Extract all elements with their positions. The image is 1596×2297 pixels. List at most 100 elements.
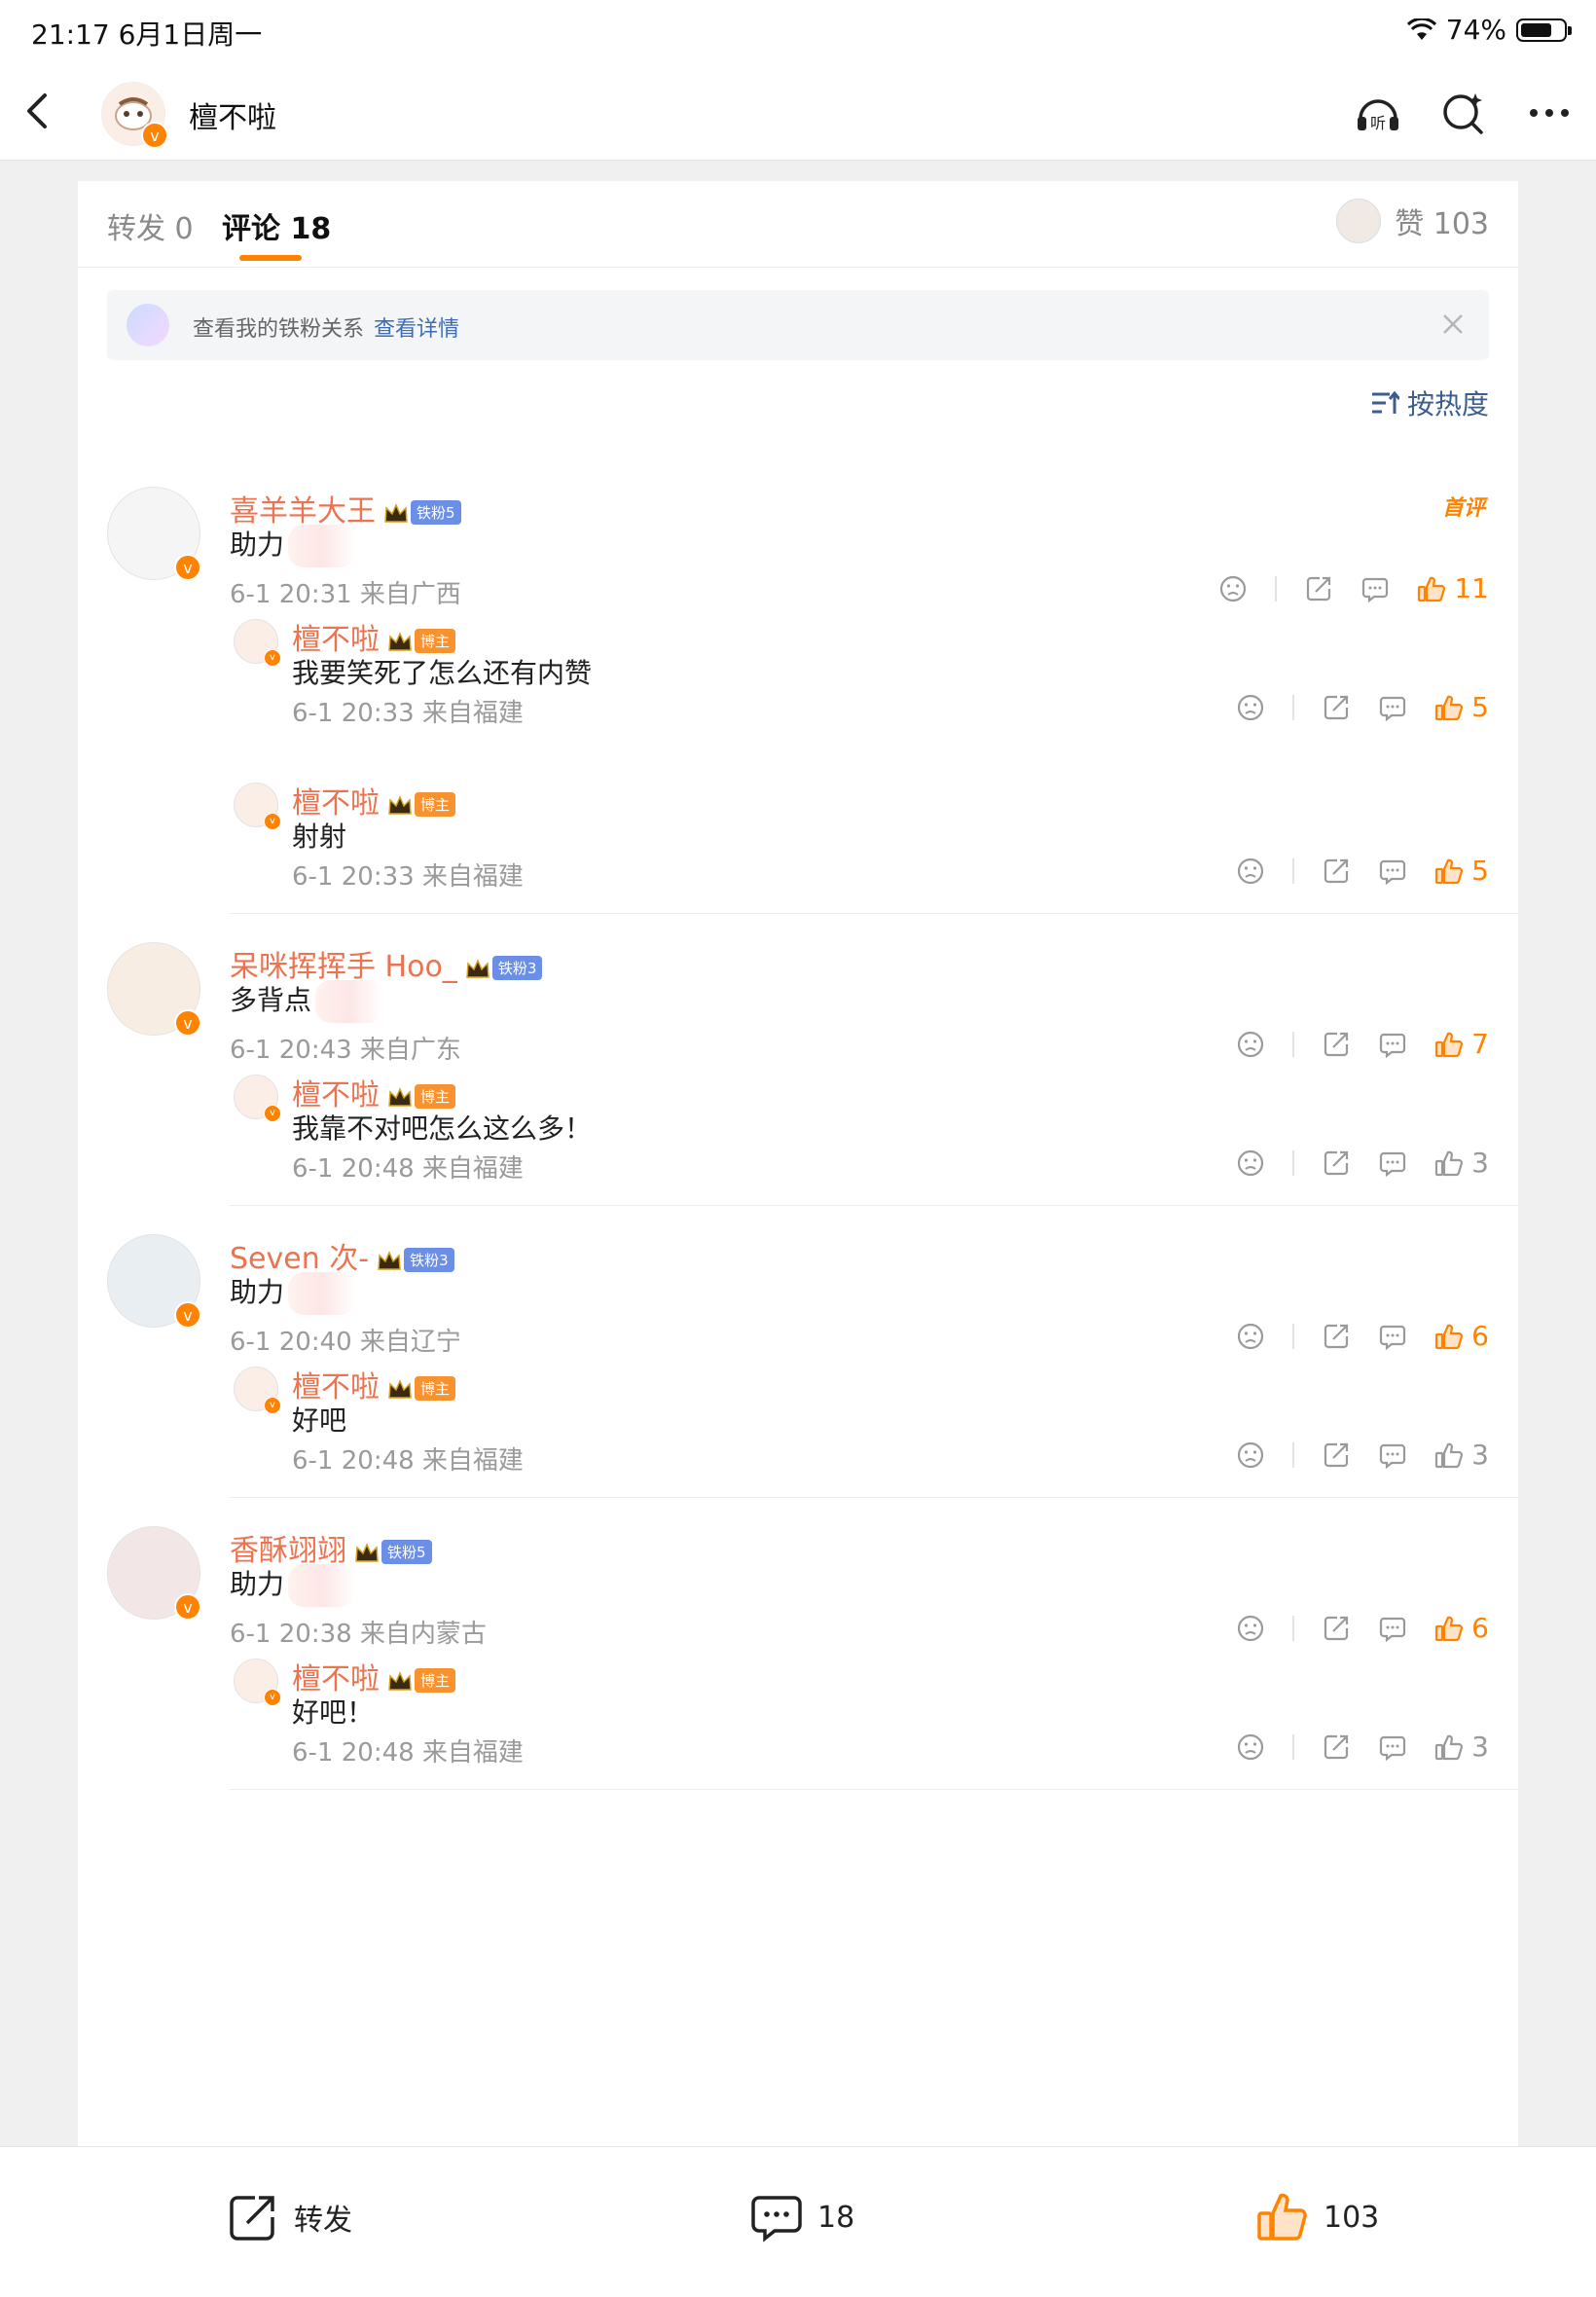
host-badge: 博主 [415,629,456,653]
crown-icon [384,502,408,523]
reply-avatar[interactable]: v [234,783,281,830]
dislike-icon[interactable] [1236,1148,1265,1178]
reply-avatar[interactable]: v [234,1367,281,1414]
fan-relation-bar[interactable]: 查看我的铁粉关系 查看详情 [107,290,1489,360]
comment-actions: 11 [1218,572,1489,604]
comment-count: 18 [817,2200,855,2235]
more-icon[interactable] [1522,86,1577,140]
comment-divider [230,1205,1518,1206]
tab-repost[interactable]: 转发 0 [107,204,194,247]
tab-comment[interactable]: 评论 18 [222,204,331,247]
reply-icon[interactable] [1378,1030,1407,1059]
share-icon[interactable] [1322,693,1351,722]
fan-badge: 铁粉5 [411,500,461,525]
tab-likes[interactable]: 赞 103 [1336,199,1489,243]
like-count: 5 [1471,691,1489,723]
fan-relation-text: 查看我的铁粉关系 查看详情 [193,311,459,343]
reply-like-button[interactable]: 3 [1434,1731,1489,1763]
commenter-avatar[interactable]: v [107,1234,201,1329]
repost-icon [230,2196,274,2241]
like-button[interactable]: 103 [1255,2190,1379,2244]
dislike-icon[interactable] [1236,1030,1265,1059]
reply-text: 我要笑死了怎么还有内赞 [292,657,593,689]
reply-actions: 5 [1236,691,1489,723]
share-icon[interactable] [1322,1732,1351,1762]
commenter-avatar[interactable]: v [107,1526,201,1621]
dislike-icon[interactable] [1236,1732,1265,1762]
like-count: 11 [1454,572,1489,604]
verified-icon: v [141,122,168,149]
reply-like-button[interactable]: 5 [1434,855,1489,887]
like-icon [1435,1150,1464,1176]
divider [1292,1615,1295,1641]
reply-avatar[interactable]: v [234,1659,281,1706]
comment-actions: 6 [1236,1320,1489,1352]
like-count: 3 [1471,1731,1489,1763]
reply-icon[interactable] [1378,1732,1407,1762]
share-icon[interactable] [1322,1440,1351,1470]
reply-avatar[interactable]: v [234,619,281,667]
back-arrow-icon[interactable] [18,90,60,132]
reply-text: 好吧！ [292,1696,375,1729]
comment-tabs: 转发 0 评论 18 赞 103 [78,181,1518,268]
close-icon[interactable] [1438,310,1468,339]
reply-actions: 5 [1236,855,1489,887]
comment-like-button[interactable]: 6 [1434,1320,1489,1352]
like-count: 3 [1471,1147,1489,1179]
dislike-icon[interactable] [1236,1614,1265,1643]
verified-icon: v [174,1009,201,1037]
reply-like-button[interactable]: 3 [1434,1147,1489,1179]
reply-icon[interactable] [1378,693,1407,722]
share-icon[interactable] [1322,857,1351,886]
comment-like-button[interactable]: 7 [1434,1028,1489,1060]
fan-relation-link[interactable]: 查看详情 [374,317,459,342]
like-icon [1435,1324,1464,1349]
reply-icon[interactable] [1378,1148,1407,1178]
reply-like-button[interactable]: 3 [1434,1439,1489,1471]
commenter-avatar[interactable]: v [107,487,201,581]
like-count: 5 [1471,855,1489,887]
repost-button[interactable]: 转发 [226,2190,352,2244]
reply-icon[interactable] [1360,574,1390,603]
like-icon [1418,576,1446,602]
share-icon[interactable] [1304,574,1333,603]
status-time: 21:17 6月1日周一 [31,18,263,51]
verified-icon: v [174,1593,201,1621]
fan-gem-icon [127,304,169,346]
like-icon [1435,1616,1464,1641]
comment-like-button[interactable]: 6 [1434,1612,1489,1644]
dislike-icon[interactable] [1236,1322,1265,1351]
dislike-icon[interactable] [1236,1440,1265,1470]
reply-actions: 3 [1236,1439,1489,1471]
divider [1292,1149,1295,1176]
tab-likes-label: 赞 103 [1395,207,1489,241]
listen-icon[interactable]: 听 [1351,86,1405,140]
share-icon[interactable] [1322,1030,1351,1059]
dislike-icon[interactable] [1218,574,1248,603]
reply-icon[interactable] [1378,1322,1407,1351]
reply-icon[interactable] [1378,1440,1407,1470]
reply-avatar[interactable]: v [234,1075,281,1122]
commenter-avatar[interactable]: v [107,942,201,1037]
dislike-icon[interactable] [1236,693,1265,722]
comment-divider [230,1789,1518,1790]
reply-meta: 6-1 20:33 来自福建 [292,699,524,728]
search-icon[interactable] [1436,86,1491,140]
nav-bar: v 檀不啦 听 [0,62,1596,161]
share-icon[interactable] [1322,1322,1351,1351]
like-icon [1435,1734,1464,1760]
share-icon[interactable] [1322,1148,1351,1178]
comment-text: 助力 [230,1271,357,1315]
reply-like-button[interactable]: 5 [1434,691,1489,723]
comment-like-button[interactable]: 11 [1417,572,1489,604]
reply-icon[interactable] [1378,1614,1407,1643]
comment-button[interactable]: 18 [749,2190,854,2244]
sort-button[interactable]: 按热度 [1370,383,1489,422]
reply-icon[interactable] [1378,857,1407,886]
dislike-icon[interactable] [1236,857,1265,886]
author-avatar[interactable]: v [101,82,168,149]
comment-text: 多背点 [230,979,384,1023]
share-icon[interactable] [1322,1614,1351,1643]
sort-icon [1371,390,1399,414]
host-badge: 博主 [415,1084,456,1109]
